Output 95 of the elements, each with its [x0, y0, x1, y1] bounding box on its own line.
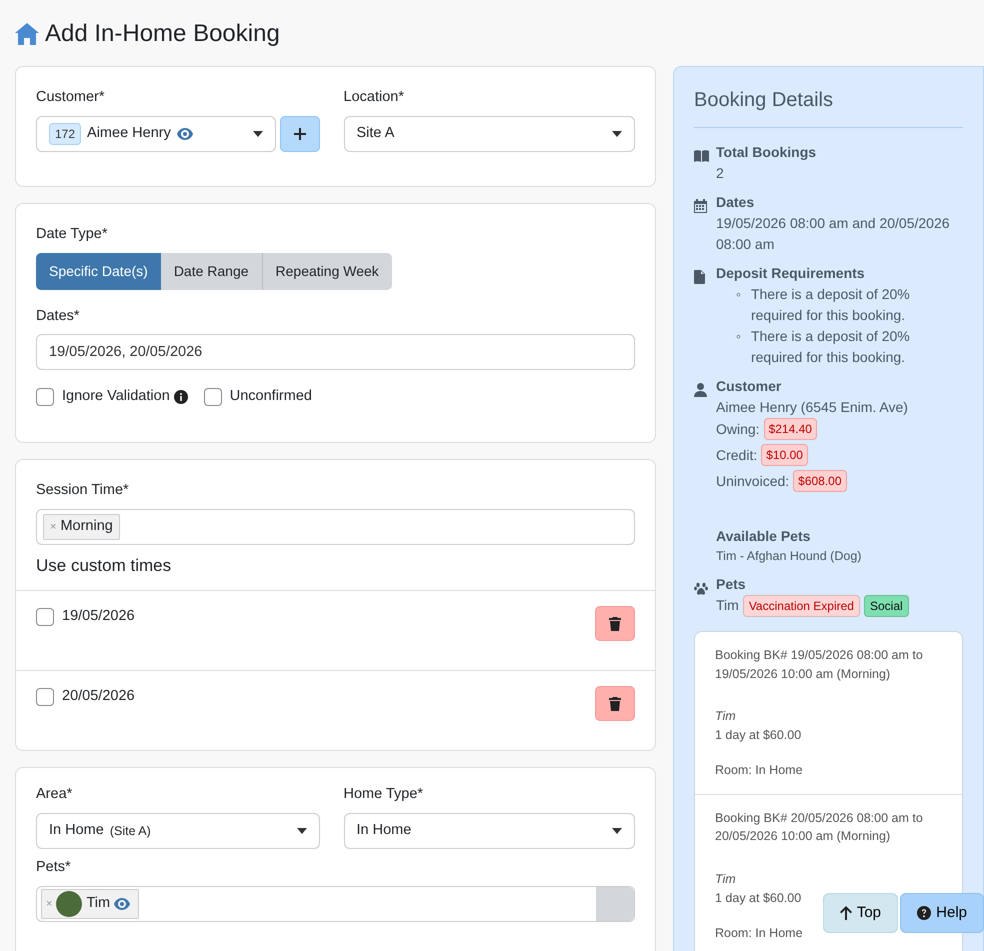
checkbox[interactable]	[36, 388, 54, 406]
caret-icon	[296, 828, 306, 834]
select-value: In Home	[356, 821, 412, 840]
trash-icon	[609, 616, 621, 631]
tag-label: Morning	[60, 516, 113, 536]
deposit-note: There is a deposit of 20% required for this booking.	[750, 285, 911, 325]
calendar-icon	[694, 199, 707, 214]
pet-info: Tim - Afghan Hound (Dog)	[716, 548, 862, 565]
date-type-tab[interactable]: Repeating Week	[262, 252, 392, 290]
booking-pet: Tim	[715, 708, 736, 726]
session-time-field[interactable]: × Morning	[36, 508, 635, 545]
checkbox-label: Unconfirmed	[230, 387, 312, 406]
deposit-note: There is a deposit of 20% required for this booking.	[750, 327, 911, 367]
id-badge: 172	[49, 122, 82, 145]
section-value: 2	[716, 164, 725, 183]
user-icon	[694, 383, 707, 398]
plus-icon	[294, 128, 306, 140]
field-label: Home Type*	[344, 785, 424, 804]
checkbox-label: 20/05/2026	[62, 687, 135, 706]
list-bullet: ◦	[736, 327, 741, 346]
caret-icon	[612, 828, 622, 834]
document-icon	[694, 270, 705, 284]
page-title: Add In-Home Booking	[45, 20, 280, 48]
delete-button[interactable]	[595, 686, 635, 722]
field-label: Dates*	[36, 306, 81, 326]
amount-label: Uninvoiced:	[716, 472, 790, 490]
arrow-up-icon	[840, 906, 852, 920]
pets-field[interactable]: × Tim	[36, 886, 635, 922]
delete-button[interactable]	[595, 606, 635, 642]
checkbox[interactable]	[36, 608, 54, 626]
section-title: Total Bookings	[716, 143, 816, 162]
amount-badge: $10.00	[761, 444, 808, 466]
booking-heading: Booking BK# 19/05/2026 08:00 am to 19/05/2026 10:00 am (Morning)	[715, 646, 924, 683]
home-type-select[interactable]: In Home	[344, 813, 635, 849]
selected-tag[interactable]: × Morning	[43, 514, 120, 540]
caret-icon	[612, 130, 622, 137]
add-customer-button[interactable]	[280, 116, 320, 152]
section-title: Dates	[716, 193, 754, 212]
select-note: (Site A)	[110, 822, 151, 840]
booking-pet: Tim	[715, 871, 736, 888]
checkbox[interactable]	[36, 688, 54, 706]
info-icon	[174, 390, 188, 404]
trash-icon	[609, 696, 621, 711]
house-icon	[15, 23, 39, 45]
panel-title: Booking Details	[694, 85, 963, 128]
amount-badge: $608.00	[793, 470, 847, 492]
checkbox-label: 19/05/2026	[62, 607, 135, 626]
select-value: Site A	[356, 124, 394, 143]
select-value: Aimee Henry	[87, 124, 171, 143]
dates-field[interactable]: 19/05/2026, 20/05/2026	[36, 334, 635, 370]
booking-room: Room: In Home	[715, 762, 803, 779]
date-type-tab[interactable]: Specific Date(s)	[36, 252, 161, 290]
help-button[interactable]: Help	[900, 893, 984, 933]
eye-icon	[176, 128, 193, 140]
section-value: 19/05/2026 08:00 am and 20/05/2026 08:00 am	[716, 214, 951, 254]
area-select[interactable]: In Home (Site A)	[36, 813, 320, 849]
amount-label: Owing:	[716, 420, 760, 439]
checkbox-label: Ignore Validation	[62, 387, 170, 406]
amount-label: Credit:	[716, 446, 758, 464]
location-select[interactable]: Site A	[344, 116, 635, 152]
pet-name: Tim	[86, 894, 110, 913]
list-bullet: ◦	[736, 285, 741, 304]
field-label: Pets*	[36, 858, 72, 877]
section-title: Pets	[716, 574, 746, 594]
section-heading: Use custom times	[36, 554, 172, 577]
field-label: Location*	[344, 88, 405, 107]
field-label: Customer*	[36, 88, 106, 107]
customer-select[interactable]: 172 Aimee Henry	[36, 116, 276, 152]
field-label: Session Time*	[36, 481, 130, 500]
select-value: In Home	[49, 821, 104, 840]
caret-icon	[252, 130, 262, 137]
section-title: Deposit Requirements	[716, 264, 865, 283]
pet-chip[interactable]: × Tim	[41, 888, 140, 919]
section-title: Customer	[716, 377, 782, 396]
dropdown-toggle[interactable]	[596, 886, 634, 921]
section-title: Available Pets	[716, 527, 810, 546]
back-to-top-button[interactable]: Top	[822, 893, 898, 933]
field-label: Area*	[36, 785, 74, 804]
checkbox[interactable]	[204, 388, 222, 406]
pet-tag: Vaccination Expired	[742, 594, 860, 617]
paw-icon	[694, 582, 708, 595]
field-label: Date Type*	[36, 224, 108, 244]
booking-price: 1 day at $60.00	[715, 727, 802, 744]
book-icon	[694, 150, 709, 162]
photo-placeholder	[56, 890, 82, 917]
booking-price: 1 day at $60.00	[715, 890, 802, 907]
customer-name: Aimee Henry (6545 Enim. Ave)	[716, 398, 908, 417]
help-icon	[917, 906, 932, 920]
pet-name: Tim	[716, 596, 739, 616]
booking-heading: Booking BK# 20/05/2026 08:00 am to 20/05/2026 10:00 am (Morning)	[715, 810, 924, 846]
amount-badge: $214.40	[764, 418, 817, 440]
booking-room: Room: In Home	[715, 924, 803, 942]
pet-tag: Social	[864, 594, 909, 617]
eye-icon	[114, 898, 130, 910]
date-type-tab[interactable]: Date Range	[160, 252, 262, 290]
